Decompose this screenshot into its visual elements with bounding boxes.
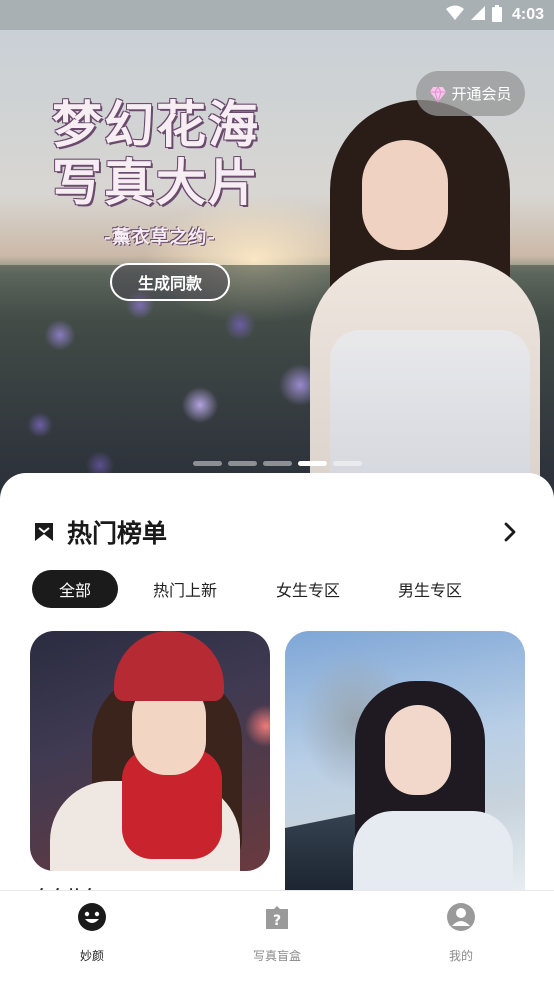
category-tabs: 全部 热门上新 女生专区 男生专区 <box>32 570 480 608</box>
photo-grid: 白白共白 <box>30 631 525 893</box>
bookmark-icon <box>33 521 55 543</box>
carousel-indicator <box>193 461 362 466</box>
status-time: 4:03 <box>511 6 544 23</box>
diamond-icon <box>429 85 447 104</box>
tab-female[interactable]: 女生专区 <box>258 570 358 608</box>
app-screen: 4:03 梦幻花海 写真大片 -薰衣草之约- 生成同款 开通会员 热门榜单 全部… <box>0 0 554 986</box>
carousel-dot[interactable] <box>263 461 292 466</box>
nav-item-photo-blindbox[interactable]: ? 写真盲盒 <box>217 891 337 986</box>
banner-model-image <box>300 100 554 500</box>
battery-icon <box>491 4 502 26</box>
svg-text:?: ? <box>273 913 281 929</box>
nav-item-miaoyan[interactable]: 妙颜 <box>32 891 152 986</box>
promo-banner[interactable]: 梦幻花海 写真大片 -薰衣草之约- 生成同款 开通会员 <box>0 30 554 500</box>
wifi-icon <box>445 5 464 25</box>
status-bar: 4:03 <box>0 0 554 30</box>
carousel-dot[interactable] <box>333 461 362 466</box>
nav-label: 妙颜 <box>79 949 104 963</box>
carousel-dot-active[interactable] <box>298 461 327 466</box>
banner-title: 梦幻花海 写真大片 <box>52 96 302 212</box>
nav-label: 我的 <box>448 949 473 963</box>
user-profile-icon <box>445 901 477 933</box>
mystery-box-icon: ? <box>261 901 293 933</box>
smile-face-icon <box>76 901 108 933</box>
signal-icon <box>470 5 486 25</box>
bottom-navigation: 妙颜 ? 写真盲盒 我的 <box>0 890 554 986</box>
section-header: 热门榜单 <box>33 515 523 549</box>
chevron-right-icon[interactable] <box>497 519 523 545</box>
section-title: 热门榜单 <box>67 520 168 548</box>
banner-title-line2: 写真大片 <box>52 153 260 212</box>
photo-card-dragon[interactable] <box>285 631 525 893</box>
carousel-dot[interactable] <box>228 461 257 466</box>
nav-label: 写真盲盒 <box>252 949 301 963</box>
photo-card-winter[interactable] <box>30 631 270 871</box>
hot-list-section: 热门榜单 全部 热门上新 女生专区 男生专区 白白共白 <box>0 473 554 893</box>
carousel-dot[interactable] <box>193 461 222 466</box>
banner-title-line1: 梦幻花海 <box>52 95 260 154</box>
tab-hot-new[interactable]: 热门上新 <box>136 570 234 608</box>
tab-male[interactable]: 男生专区 <box>380 570 480 608</box>
nav-item-mine[interactable]: 我的 <box>401 891 521 986</box>
generate-same-button[interactable]: 生成同款 <box>110 263 230 301</box>
banner-subtitle: -薰衣草之约- <box>104 227 216 248</box>
vip-button-label: 开通会员 <box>451 85 512 103</box>
tab-all[interactable]: 全部 <box>32 570 118 608</box>
vip-button[interactable]: 开通会员 <box>416 71 525 116</box>
